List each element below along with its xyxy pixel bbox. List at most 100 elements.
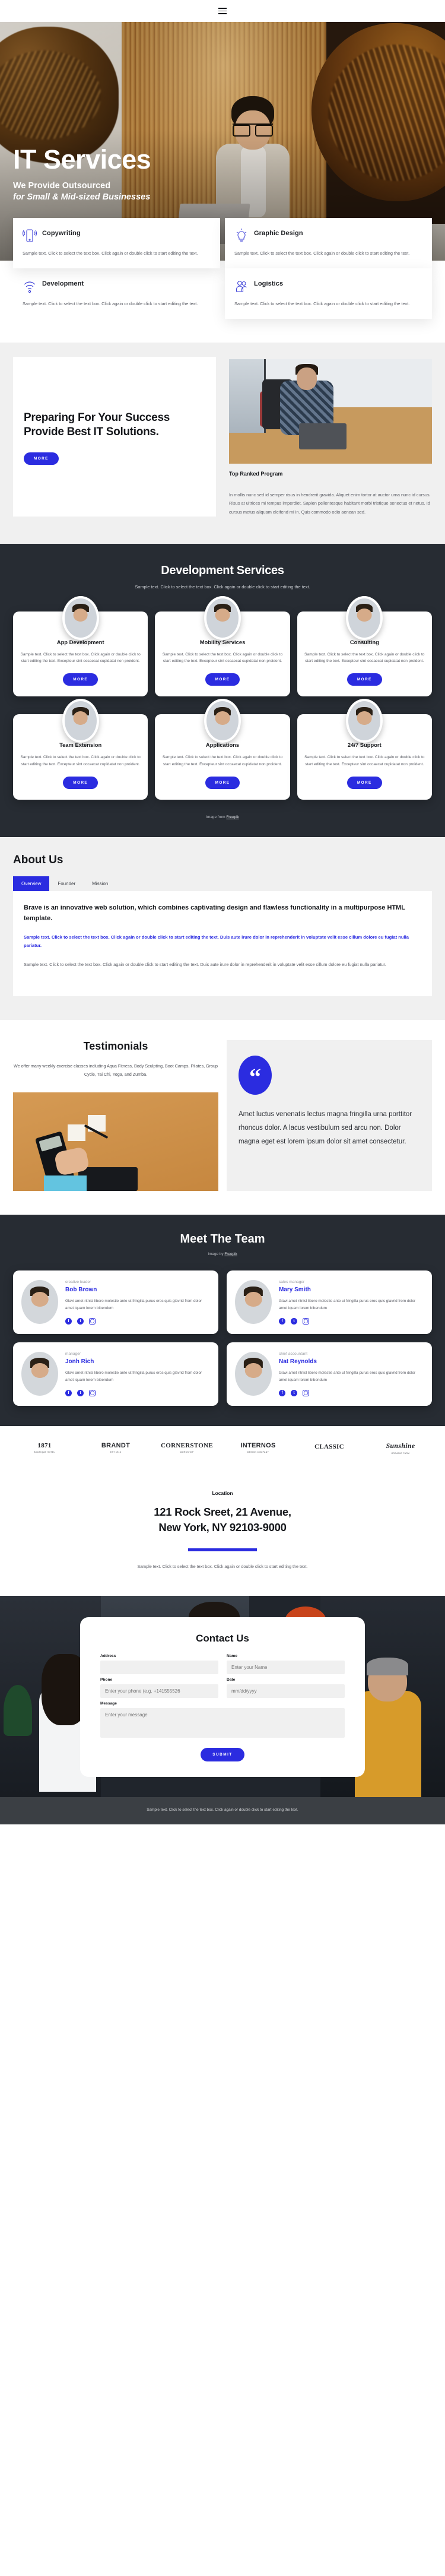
- feature-cards-section: Copywriting Sample text. Click to select…: [0, 218, 445, 343]
- preparing-more-button[interactable]: MORE: [24, 452, 59, 465]
- people-icon: [234, 278, 249, 294]
- twitter-icon[interactable]: t: [291, 1317, 297, 1325]
- feature-body: Sample text. Click to select the text bo…: [234, 251, 410, 256]
- date-label: Date: [227, 1678, 236, 1683]
- facebook-icon[interactable]: f: [65, 1317, 72, 1325]
- tab-founder[interactable]: Founder: [49, 876, 84, 891]
- avatar: [21, 1280, 58, 1325]
- feature-card-graphic-design[interactable]: Graphic Design Sample text. Click to sel…: [225, 218, 432, 268]
- partner-logo-sunshine: Sunshine ORGANIC FARM: [367, 1441, 434, 1455]
- hamburger-menu-icon[interactable]: [218, 8, 227, 14]
- avatar: [346, 699, 383, 743]
- location-address-line2: New York, NY 92103-9000: [158, 1520, 287, 1533]
- address-input[interactable]: [100, 1661, 218, 1675]
- submit-button[interactable]: SUBMIT: [201, 1748, 244, 1762]
- logo-mark: BRANDT: [101, 1442, 131, 1450]
- instagram-icon[interactable]: ◯: [303, 1317, 309, 1325]
- tab-overview[interactable]: Overview: [13, 876, 50, 891]
- member-role: manager: [65, 1351, 81, 1356]
- service-card-applications[interactable]: Applications Sample text. Click to selec…: [155, 699, 290, 800]
- phone-input[interactable]: [100, 1684, 218, 1699]
- about-body-text: Sample text. Click to select the text bo…: [24, 962, 386, 968]
- service-card-consulting[interactable]: Consulting Sample text. Click to select …: [297, 595, 432, 697]
- name-input[interactable]: [227, 1661, 345, 1675]
- page-footer: Sample text. Click to select the text bo…: [0, 1797, 445, 1824]
- wifi-icon: [23, 278, 37, 294]
- location-address-line1: 121 Rock Sreet, 21 Avenue,: [154, 1505, 291, 1518]
- member-name: Jonh Rich: [65, 1358, 94, 1365]
- partner-logo-classic: CLASSIC: [295, 1443, 363, 1452]
- service-card-team-extension[interactable]: Team Extension Sample text. Click to sel…: [13, 699, 148, 800]
- twitter-icon[interactable]: t: [291, 1389, 297, 1396]
- service-card-mobility-services[interactable]: Mobility Services Sample text. Click to …: [155, 595, 290, 697]
- service-body: Sample text. Click to select the text bo…: [162, 652, 283, 664]
- service-card-support[interactable]: 24/7 Support Sample text. Click to selec…: [297, 699, 432, 800]
- avatar: [346, 595, 383, 640]
- instagram-icon[interactable]: ◯: [89, 1317, 96, 1325]
- facebook-icon[interactable]: f: [279, 1317, 285, 1325]
- logo-mark: Sunshine: [386, 1441, 415, 1450]
- feature-card-copywriting[interactable]: Copywriting Sample text. Click to select…: [13, 218, 220, 268]
- avatar: [62, 595, 99, 640]
- team-card-jonh-rich[interactable]: manager Jonh Rich Glavi amet ritnisl lib…: [13, 1342, 218, 1406]
- field-message: Message: [100, 1702, 345, 1741]
- mobile-signal-icon: [22, 227, 37, 244]
- team-card-bob-brown[interactable]: creative leader Bob Brown Glavi amet rit…: [13, 1270, 218, 1334]
- member-role: creative leader: [65, 1280, 91, 1285]
- logo-caption: WORKSHOP: [180, 1451, 194, 1454]
- instagram-icon[interactable]: ◯: [303, 1389, 309, 1396]
- instagram-icon[interactable]: ◯: [89, 1389, 96, 1396]
- partner-logos-section: 1871 BOUTIQUE HOTEL BRANDT EST 1946 CORN…: [0, 1425, 445, 1470]
- service-more-button[interactable]: MORE: [63, 673, 98, 686]
- feature-card-logistics[interactable]: Logistics Sample text. Click to select t…: [225, 268, 432, 319]
- team-card-mary-smith[interactable]: sales manager Mary Smith Glavi amet ritn…: [227, 1270, 432, 1334]
- social-links: f t ◯: [279, 1389, 424, 1396]
- preparing-left-panel: Preparing For Your Success Provide Best …: [13, 356, 216, 517]
- logo-mark: INTERNOS: [240, 1442, 276, 1450]
- credit-prefix: Image by: [208, 1252, 225, 1257]
- credit-link[interactable]: Freepik: [224, 1252, 237, 1256]
- about-lead-text: Brave is an innovative web solution, whi…: [24, 904, 405, 922]
- contact-heading: Contact Us: [196, 1633, 249, 1645]
- feature-title: Copywriting: [42, 230, 81, 237]
- testimonials-section: Testimonials We offer many weekly exerci…: [0, 1019, 445, 1215]
- facebook-icon[interactable]: f: [65, 1389, 72, 1396]
- service-body: Sample text. Click to select the text bo…: [304, 652, 425, 664]
- message-label: Message: [100, 1702, 117, 1706]
- location-section: Location 121 Rock Sreet, 21 Avenue, New …: [0, 1469, 445, 1596]
- service-more-button[interactable]: MORE: [63, 776, 98, 789]
- hero-subtitle-line1: We Provide Outsourced: [13, 180, 111, 191]
- testimonials-subheading: We offer many weekly exercise classes in…: [13, 1063, 218, 1077]
- member-bio: Glavi amet ritnisl libero molestie ante …: [279, 1299, 416, 1311]
- social-links: f t ◯: [279, 1317, 424, 1325]
- team-section: Meet The Team Image by Freepik creative …: [0, 1215, 445, 1426]
- date-input[interactable]: [227, 1684, 345, 1699]
- service-body: Sample text. Click to select the text bo…: [162, 755, 283, 767]
- logo-caption: EST 1946: [110, 1451, 122, 1454]
- location-label: Location: [212, 1490, 233, 1496]
- service-card-app-development[interactable]: App Development Sample text. Click to se…: [13, 595, 148, 697]
- partner-logo-cornerstone: CORNERSTONE WORKSHOP: [153, 1442, 221, 1453]
- contact-section: Contact Us Address Name Phone Date Messa…: [0, 1596, 445, 1798]
- twitter-icon[interactable]: t: [77, 1317, 84, 1325]
- credit-link[interactable]: Freepik: [226, 815, 239, 819]
- development-cards-grid: App Development Sample text. Click to se…: [13, 595, 432, 800]
- hero-copy: IT Services We Provide Outsourced for Sm…: [13, 146, 151, 204]
- facebook-icon[interactable]: f: [279, 1389, 285, 1396]
- tab-mission[interactable]: Mission: [84, 876, 116, 891]
- feature-title: Development: [42, 280, 84, 287]
- service-more-button[interactable]: MORE: [347, 776, 382, 789]
- testimonials-right: “ Amet luctus venenatis lectus magna fri…: [227, 1040, 432, 1192]
- feature-card-development[interactable]: Development Sample text. Click to select…: [13, 268, 220, 319]
- service-more-button[interactable]: MORE: [347, 673, 382, 686]
- member-name: Nat Reynolds: [279, 1358, 317, 1365]
- service-more-button[interactable]: MORE: [205, 673, 240, 686]
- feature-body: Sample text. Click to select the text bo…: [234, 300, 410, 306]
- team-card-nat-reynolds[interactable]: chief accountant Nat Reynolds Glavi amet…: [227, 1342, 432, 1406]
- about-highlight-text: Sample text. Click to select the text bo…: [24, 934, 409, 949]
- twitter-icon[interactable]: t: [77, 1389, 84, 1396]
- development-services-section: Development Services Sample text. Click …: [0, 544, 445, 837]
- message-input[interactable]: [100, 1708, 345, 1738]
- service-more-button[interactable]: MORE: [205, 776, 240, 789]
- feature-body: Sample text. Click to select the text bo…: [23, 300, 198, 306]
